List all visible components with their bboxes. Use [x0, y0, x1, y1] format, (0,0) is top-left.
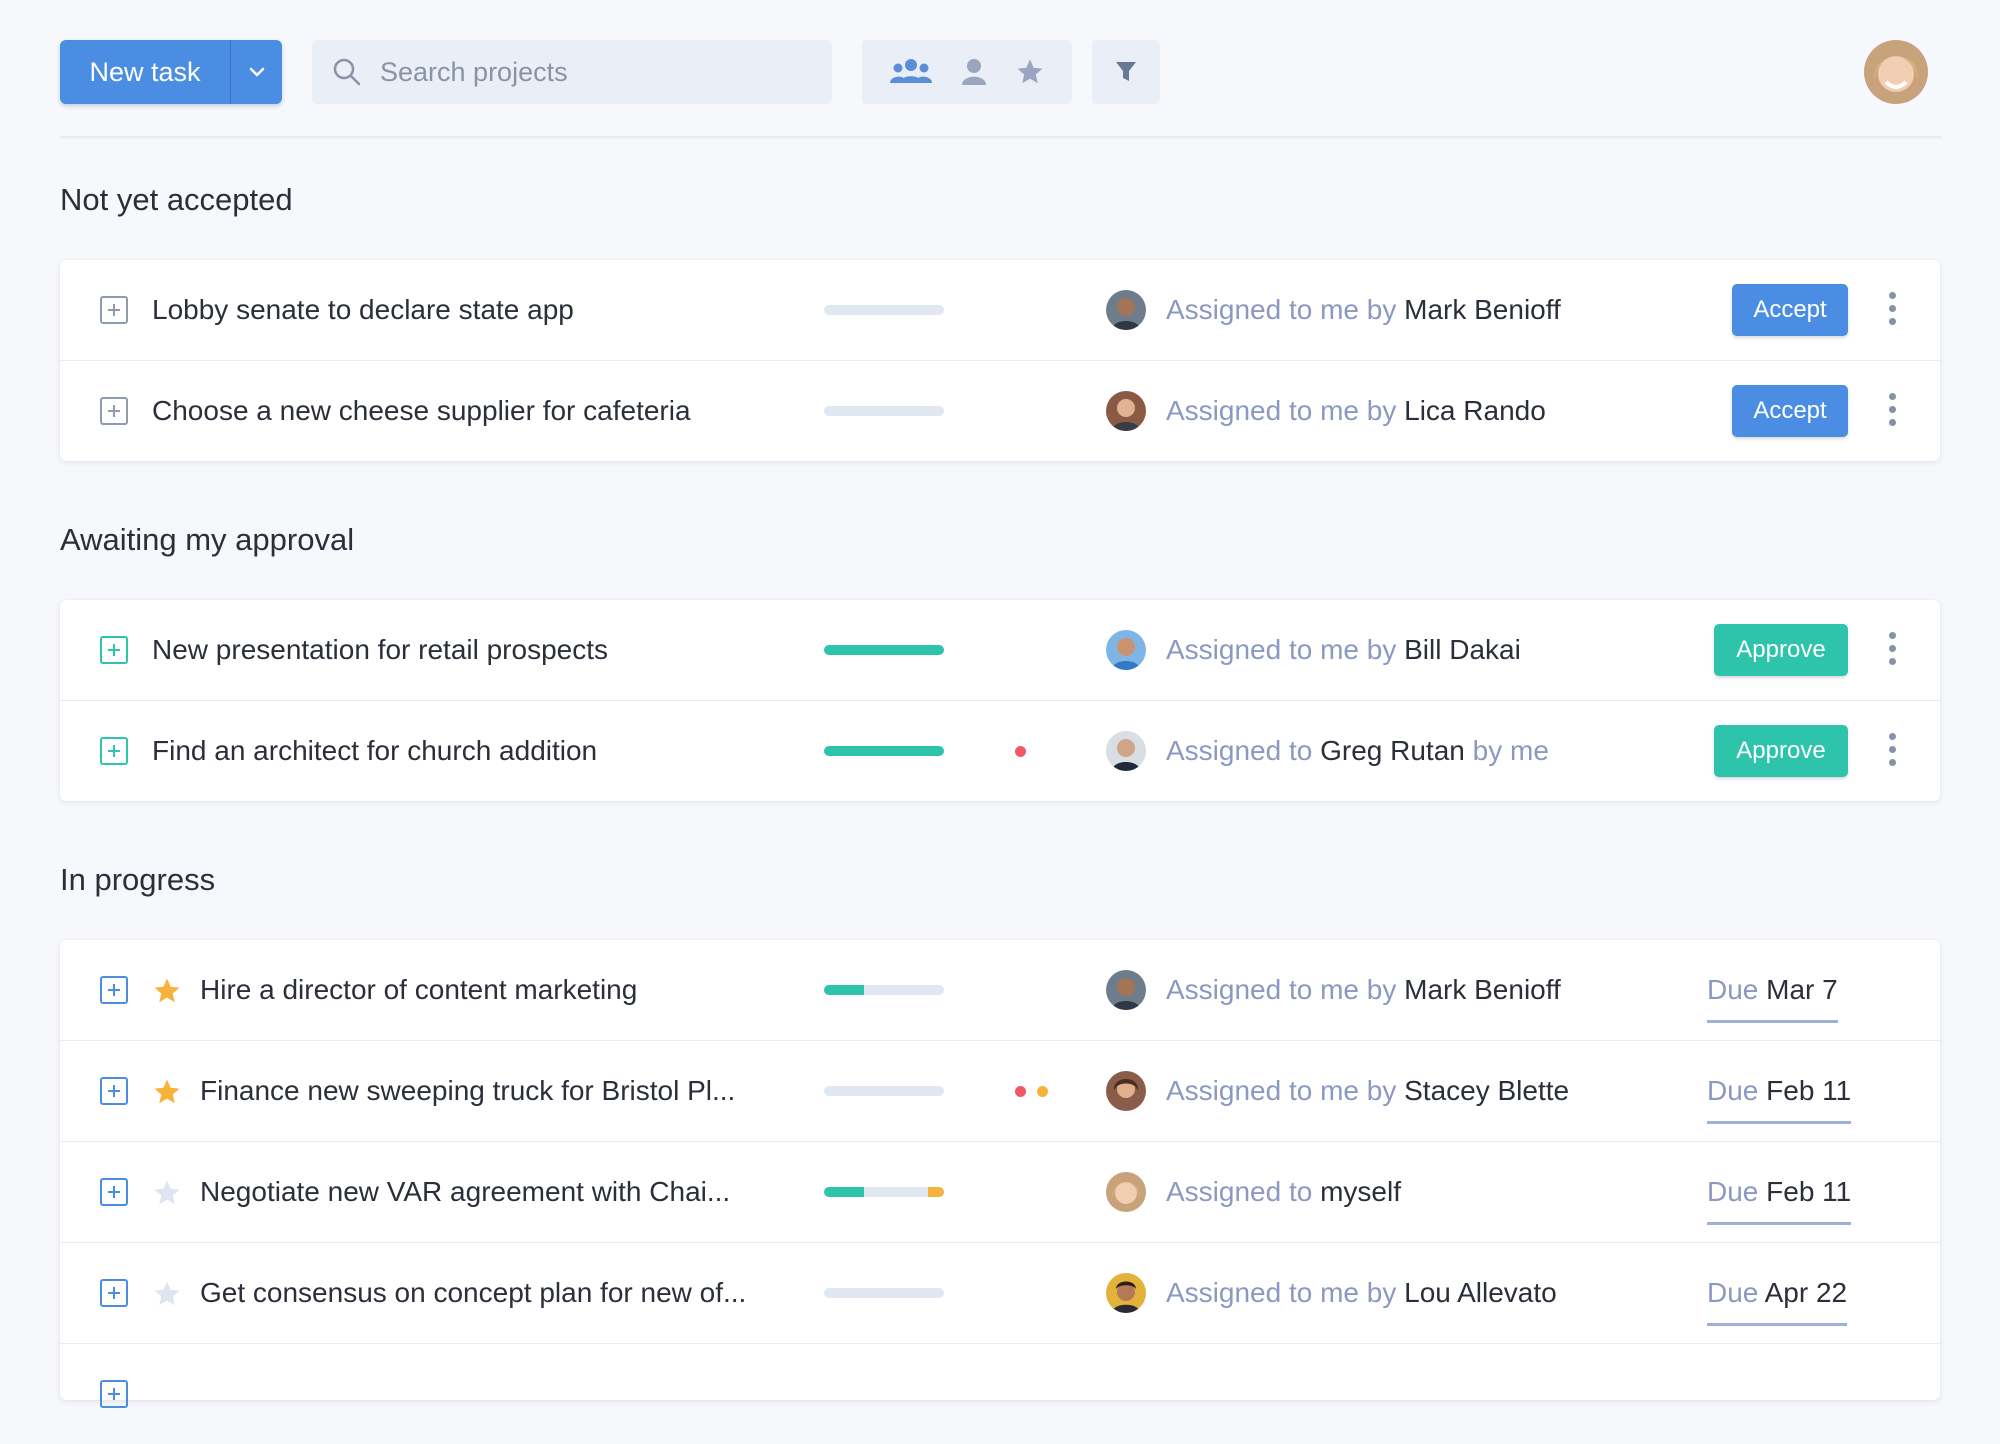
table-row[interactable] [60, 1344, 1940, 1444]
task-name[interactable]: Lobby senate to declare state app [152, 260, 574, 360]
status-dot-red [1015, 1086, 1026, 1097]
avatar [1106, 391, 1146, 431]
progress-bar [824, 746, 944, 756]
search-input[interactable] [378, 55, 802, 89]
more-options-icon[interactable] [1886, 292, 1898, 328]
new-task-button[interactable]: New task [60, 40, 282, 104]
table-row[interactable]: Choose a new cheese supplier for cafeter… [60, 361, 1940, 461]
assignment-text: Assigned to me by Bill Dakai [1166, 634, 1521, 665]
section-title-in-progress: In progress [60, 862, 216, 897]
expand-icon[interactable] [100, 976, 128, 1004]
status-dot-red [1015, 746, 1026, 757]
expand-icon[interactable] [100, 737, 128, 765]
person-icon[interactable] [960, 57, 988, 87]
progress-bar [824, 1187, 944, 1197]
task-name[interactable]: Choose a new cheese supplier for cafeter… [152, 361, 691, 461]
table-row[interactable]: Finance new sweeping truck for Bristol P… [60, 1041, 1940, 1142]
chevron-down-icon[interactable] [231, 40, 282, 104]
assignment-text: Assigned to me by Stacey Blette [1166, 1075, 1570, 1106]
filter-button[interactable] [1092, 40, 1160, 104]
avatar [1106, 630, 1146, 670]
expand-icon[interactable] [100, 636, 128, 664]
star-icon[interactable] [1015, 57, 1045, 87]
task-name[interactable]: Hire a director of content marketing [200, 940, 637, 1040]
progress-bar [824, 406, 944, 416]
progress-bar [824, 1086, 944, 1096]
avatar [1106, 1071, 1146, 1111]
assignment-text: Assigned to Greg Rutan by me [1166, 735, 1549, 766]
awaiting-approval-card: New presentation for retail prospects As… [60, 600, 1940, 801]
due-date[interactable]: Due Feb 11 [1707, 1162, 1852, 1225]
progress-bar [824, 985, 944, 995]
top-toolbar: New task [60, 40, 1942, 104]
table-row[interactable]: Find an architect for church addition As… [60, 701, 1940, 801]
accept-button[interactable]: Accept [1732, 284, 1848, 336]
task-name[interactable]: New presentation for retail prospects [152, 600, 608, 700]
expand-icon[interactable] [100, 1077, 128, 1105]
progress-bar [824, 645, 944, 655]
assignment-text: Assigned to me by Lou Allevato [1166, 1277, 1557, 1308]
section-title-not-yet-accepted: Not yet accepted [60, 182, 293, 217]
not-yet-accepted-card: Lobby senate to declare state app Assign… [60, 260, 1940, 461]
section-title-awaiting-approval: Awaiting my approval [60, 522, 355, 557]
task-name[interactable]: Finance new sweeping truck for Bristol P… [200, 1041, 735, 1141]
new-task-label: New task [89, 57, 201, 87]
expand-icon[interactable] [100, 1380, 128, 1408]
avatar [1106, 1172, 1146, 1212]
assignment-text: Assigned to myself [1166, 1176, 1402, 1207]
search-box[interactable] [312, 40, 832, 104]
assignment-text: Assigned to me by Lica Rando [1166, 395, 1546, 426]
user-avatar[interactable] [1864, 40, 1928, 104]
approve-button[interactable]: Approve [1714, 725, 1848, 777]
approve-button[interactable]: Approve [1714, 624, 1848, 676]
task-name[interactable]: Find an architect for church addition [152, 701, 597, 801]
filter-funnel-icon [1116, 62, 1136, 81]
expand-icon[interactable] [100, 1279, 128, 1307]
progress-bar [824, 305, 944, 315]
search-icon [333, 58, 361, 86]
table-row[interactable]: Hire a director of content marketing Ass… [60, 940, 1940, 1041]
task-name[interactable]: Get consensus on concept plan for new of… [200, 1243, 746, 1343]
in-progress-card: Hire a director of content marketing Ass… [60, 940, 1940, 1408]
due-date[interactable]: Due Feb 11 [1707, 1061, 1852, 1124]
status-dot-amber [1037, 1086, 1048, 1097]
assignment-text: Assigned to me by Mark Benioff [1166, 294, 1561, 325]
expand-icon[interactable] [100, 296, 128, 324]
task-name[interactable]: Negotiate new VAR agreement with Chai... [200, 1142, 730, 1242]
table-row[interactable]: New presentation for retail prospects As… [60, 600, 1940, 701]
accept-button[interactable]: Accept [1732, 385, 1848, 437]
more-options-icon[interactable] [1886, 632, 1898, 668]
table-row[interactable]: Negotiate new VAR agreement with Chai...… [60, 1142, 1940, 1243]
due-date[interactable]: Due Apr 22 [1707, 1263, 1848, 1326]
more-options-icon[interactable] [1886, 733, 1898, 769]
avatar [1106, 290, 1146, 330]
toolbar-divider [60, 136, 1942, 140]
assignment-text: Assigned to me by Mark Benioff [1166, 974, 1561, 1005]
more-options-icon[interactable] [1886, 393, 1898, 429]
progress-bar [824, 1288, 944, 1298]
star-icon[interactable] [152, 976, 182, 1006]
view-filter-group [862, 40, 1072, 104]
star-icon[interactable] [152, 1279, 182, 1309]
team-icon[interactable] [889, 57, 933, 87]
due-date[interactable]: Due Mar 7 [1707, 960, 1838, 1023]
expand-icon[interactable] [100, 1178, 128, 1206]
star-icon[interactable] [152, 1178, 182, 1208]
table-row[interactable]: Lobby senate to declare state app Assign… [60, 260, 1940, 361]
star-icon[interactable] [152, 1077, 182, 1107]
table-row[interactable]: Get consensus on concept plan for new of… [60, 1243, 1940, 1344]
avatar [1106, 970, 1146, 1010]
avatar [1106, 1273, 1146, 1313]
avatar [1106, 731, 1146, 771]
expand-icon[interactable] [100, 397, 128, 425]
